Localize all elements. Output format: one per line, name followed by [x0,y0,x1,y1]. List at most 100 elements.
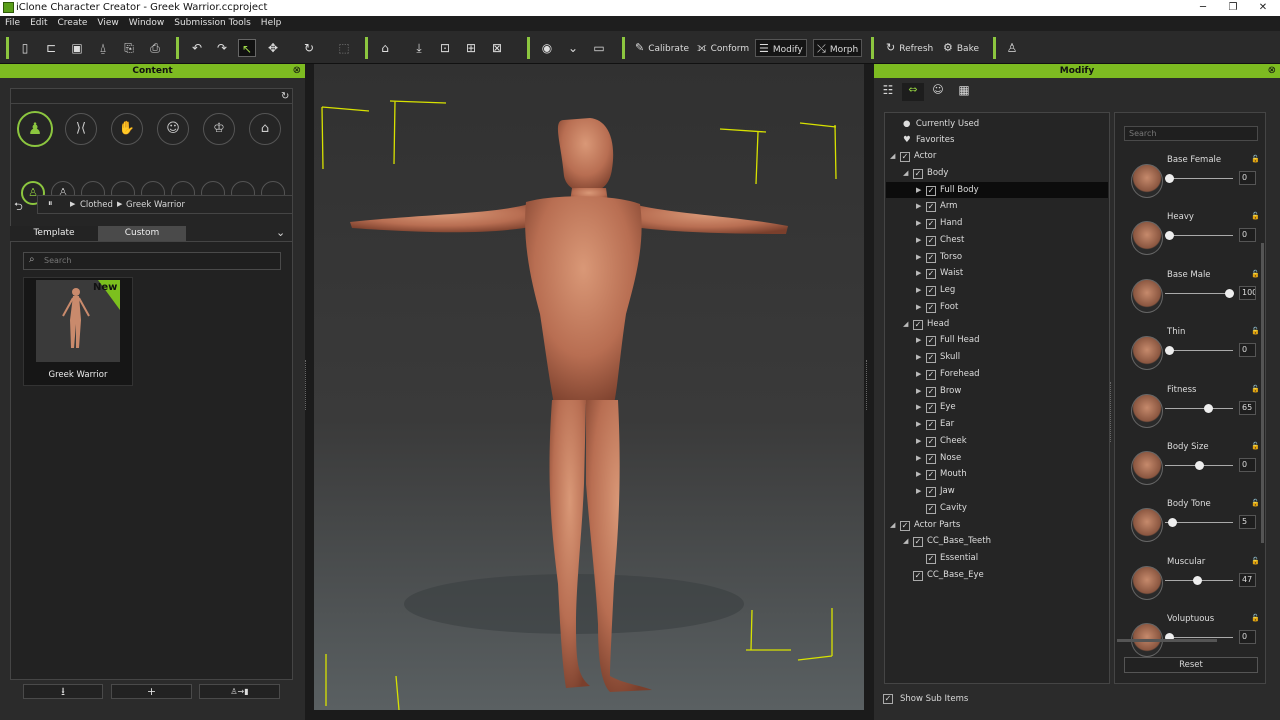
show-sub-items-checkbox[interactable]: ✓ [883,694,893,704]
tree-item[interactable]: ▶ ✓ Torso [886,249,1108,265]
tree-checkbox[interactable]: ✓ [926,487,936,497]
refresh-button[interactable]: ↻ Refresh [883,39,936,57]
undo-icon[interactable]: ↶ [188,39,206,57]
slider-value-input[interactable]: 0 [1239,171,1256,185]
collapsed-arrow-icon[interactable]: ▶ [916,215,926,231]
tree-item[interactable]: ▶ ✓ Brow [886,383,1108,399]
head-category-icon[interactable]: ☺ [157,113,189,145]
lock-icon[interactable]: 🔓 [1251,270,1260,278]
slider-list-scrollbar[interactable] [1261,243,1264,543]
lock-icon[interactable]: 🔓 [1251,557,1260,565]
tree-checkbox[interactable]: ✓ [926,420,936,430]
visibility-eye-icon[interactable]: ◉ [538,39,556,57]
tab-dropdown-icon[interactable]: ⌄ [276,226,285,239]
content-search-input[interactable]: Search [23,252,281,270]
collapsed-arrow-icon[interactable]: ▶ [916,349,926,365]
menu-submission-tools[interactable]: Submission Tools [169,16,256,31]
skin-category-icon[interactable]: ✋ [111,113,143,145]
expanded-arrow-icon[interactable]: ◢ [903,165,913,181]
fit-view-icon[interactable]: ⊡ [436,39,454,57]
slider-value-input[interactable]: 0 [1239,228,1256,243]
tree-checkbox[interactable]: ✓ [913,319,923,330]
tree-item[interactable]: ▶ ✓ Nose [886,450,1108,466]
display-mode-icon[interactable]: ▭ [590,39,608,57]
tree-item[interactable]: ◢ ✓ Head [886,316,1108,332]
tree-checkbox[interactable]: ✓ [926,353,936,363]
tree-checkbox[interactable]: ✓ [926,235,936,246]
collapsed-arrow-icon[interactable]: ▶ [916,198,926,214]
tree-checkbox[interactable]: ✓ [926,302,936,313]
save-icon[interactable]: ▣ [68,39,86,57]
expanded-arrow-icon[interactable]: ◢ [890,517,900,533]
slider-track[interactable] [1165,407,1233,409]
menu-file[interactable]: File [0,16,25,31]
tree-item[interactable]: ▶ ✓ Full Head [886,332,1108,348]
move-icon[interactable]: ✥ [264,39,282,57]
rotate-icon[interactable]: ↻ [300,39,318,57]
tree-item[interactable]: ◢ ✓ CC_Base_Teeth [886,533,1108,549]
collapsed-arrow-icon[interactable]: ▶ [916,282,926,298]
collapsed-arrow-icon[interactable]: ▶ [916,466,926,482]
morph-button[interactable]: ⤯ Morph [813,39,863,57]
lock-icon[interactable]: 🔓 [1251,499,1260,507]
apply-to-button[interactable]: ♙→▮ [199,684,280,699]
slider-value-input[interactable]: 0 [1239,458,1256,472]
close-panel-icon[interactable]: ⊗ [293,64,301,78]
tree-checkbox[interactable]: ✓ [926,386,936,397]
character-pose-icon[interactable]: ♙ [1003,39,1021,57]
breadcrumb-clothed[interactable]: Clothed [80,200,113,210]
tree-checkbox[interactable]: ✓ [926,269,936,280]
tree-checkbox[interactable]: ✓ [926,185,936,196]
tree-checkbox[interactable]: ✓ [926,369,936,380]
3d-viewport[interactable] [314,64,864,711]
tree-item[interactable]: ◢ ✓ Actor [886,148,1108,164]
menu-window[interactable]: Window [124,16,170,31]
panel-splitter[interactable] [1110,382,1112,442]
parameters-tab-icon[interactable]: ☷ [878,83,898,101]
calibrate-button[interactable]: ✎ Calibrate [632,39,692,57]
tree-item[interactable]: ▶ ✓ Eye [886,399,1108,415]
bake-button[interactable]: ⚙ Bake [940,39,982,57]
collapsed-arrow-icon[interactable]: ▶ [916,433,926,449]
home-camera-icon[interactable]: ⌂ [376,39,394,57]
tree-checkbox[interactable]: ✓ [926,252,936,263]
character-category-icon[interactable]: ♟ [17,111,53,147]
tree-item[interactable]: ▶ ✓ Ear [886,416,1108,432]
morph-category-icon[interactable]: ⟩⟨ [65,113,97,145]
tree-item[interactable]: ▶ ✓ Cheek [886,433,1108,449]
slider-value-input[interactable]: 65 [1239,400,1256,415]
align-down-icon[interactable]: ⤓ [410,39,428,57]
morph-sliders-tab-icon[interactable]: ⇔ [902,83,924,101]
expanded-arrow-icon[interactable]: ◢ [903,316,913,332]
tree-favorites[interactable]: ♥ Favorites [903,132,954,148]
content-item-greek-warrior[interactable]: New Greek Warrior [23,277,133,386]
slider-value-input[interactable]: 100 [1239,285,1256,300]
tree-checkbox[interactable]: ✓ [913,537,923,548]
slider-knob[interactable] [1165,174,1174,183]
tree-checkbox[interactable]: ✓ [926,453,936,464]
tree-currently-used[interactable]: ● Currently Used [903,116,979,132]
panel-splitter[interactable] [866,360,868,410]
slider-track[interactable] [1165,350,1233,352]
tree-checkbox[interactable]: ✓ [913,168,923,179]
wireframe-icon[interactable]: ⌄ [564,39,582,57]
tab-custom[interactable]: Custom [98,226,186,241]
lock-icon[interactable]: 🔓 [1251,155,1260,163]
tree-item[interactable]: ✓ CC_Base_Eye [886,567,1108,583]
slider-knob[interactable] [1165,346,1174,356]
expanded-arrow-icon[interactable]: ◢ [890,148,900,164]
collapsed-arrow-icon[interactable]: ▶ [916,383,926,399]
camera-view-icon[interactable]: ⊠ [488,39,506,57]
library-home-icon[interactable]: ⏸ [48,199,53,209]
breadcrumb-greek-warrior[interactable]: Greek Warrior [126,200,185,210]
conform-button[interactable]: ⟗ Conform [694,39,752,57]
minimize-button[interactable]: ─ [1188,0,1218,16]
slider-value-input[interactable]: 0 [1239,343,1256,358]
tree-item[interactable]: ✓ Cavity [886,500,1108,516]
morph-search-input[interactable]: Search [1124,126,1258,141]
refresh-library-icon[interactable]: ↻ [281,91,289,102]
lock-icon[interactable]: 🔓 [1251,385,1260,393]
lock-icon[interactable]: 🔓 [1251,442,1260,450]
menu-edit[interactable]: Edit [25,16,52,31]
tree-checkbox[interactable]: ✓ [926,403,936,414]
